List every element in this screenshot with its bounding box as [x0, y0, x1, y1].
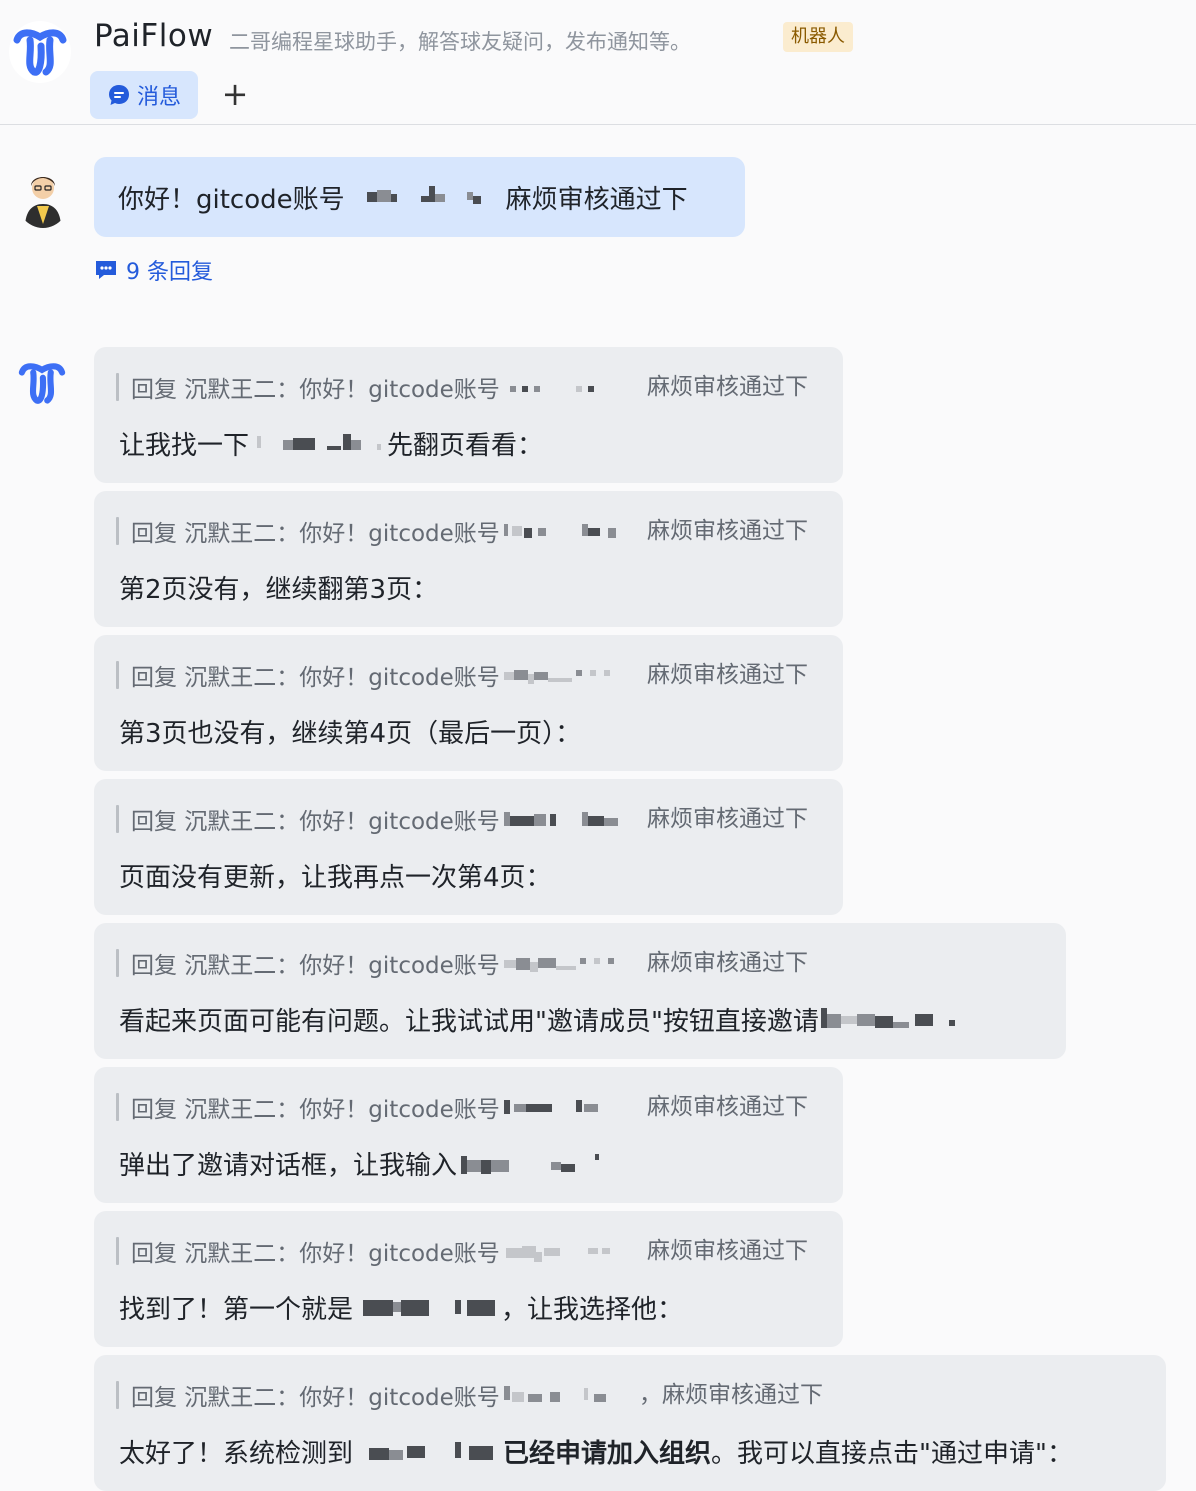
- reply-text-part: 。我可以直接点击"通过申请"：: [711, 1438, 1073, 1469]
- reply-quote[interactable]: 回复 沉默王二：你好！gitcode账号 麻烦审核通过下: [116, 1235, 808, 1267]
- redacted-account-blur: [503, 952, 618, 974]
- quote-text-tail: 麻烦审核通过下: [647, 1238, 808, 1264]
- quote-text: 回复 沉默王二：你好！gitcode账号: [131, 1241, 500, 1267]
- bot-name[interactable]: PaiFlow: [94, 18, 213, 54]
- chat-header: PaiFlow 二哥编程星球助手，解答球友疑问，发布通知等。 机器人 消息 +: [0, 0, 1196, 125]
- reply-quote[interactable]: 回复 沉默王二：你好！gitcode账号 麻烦审核通过下: [116, 659, 808, 691]
- bot-reply-card[interactable]: 回复 沉默王二：你好！gitcode账号 麻烦审核通过下 弹出了邀请对话框，让我…: [94, 1067, 843, 1203]
- reply-text-part: 看起来页面可能有问题。让我试试用"邀请成员"按钮直接邀请: [119, 1006, 819, 1037]
- root-message-bubble[interactable]: 你好！gitcode账号 麻烦审核通过下: [94, 157, 745, 237]
- quote-bar: [116, 949, 119, 977]
- reply-quote[interactable]: 回复 沉默王二：你好！gitcode账号 麻烦审核通过下: [116, 515, 808, 547]
- redacted-account-blur: [503, 520, 622, 542]
- reply-text: 太好了！系统检测到 已经申请加入组织 。我可以直接点击"通过申请"：: [119, 1431, 1073, 1471]
- quote-text: 回复 沉默王二：你好！gitcode账号: [131, 1385, 500, 1411]
- reply-text: 找到了！第一个就是 ，让我选择他：: [119, 1287, 683, 1327]
- thread-replies-icon: [96, 261, 116, 279]
- redacted-account-blur: [504, 376, 604, 398]
- quote-bar: [116, 805, 119, 833]
- bot-description: 二哥编程星球助手，解答球友疑问，发布通知等。: [229, 30, 691, 54]
- bot-avatar[interactable]: [14, 355, 70, 411]
- quote-bar: [116, 373, 119, 401]
- quote-text-tail: 麻烦审核通过下: [647, 662, 808, 688]
- bot-reply-card[interactable]: 回复 沉默王二：你好！gitcode账号 麻烦审核通过下 找到了！第一个就是 ，…: [94, 1211, 843, 1347]
- tab-messages[interactable]: 消息: [90, 71, 198, 119]
- replies-count-label: 9 条回复: [126, 260, 213, 285]
- bot-reply-card[interactable]: 回复 沉默王二：你好！gitcode账号 麻烦审核通过下 页面没有更新，让我再点…: [94, 779, 843, 915]
- quote-bar: [116, 1237, 119, 1265]
- tab-messages-label: 消息: [136, 85, 181, 110]
- redacted-account-blur: [366, 186, 492, 208]
- chat-bubble-icon: [108, 85, 129, 105]
- reply-text-part: 找到了！第一个就是: [119, 1294, 354, 1325]
- reply-text-part: ，让我选择他：: [501, 1294, 684, 1325]
- bot-reply-card[interactable]: 回复 沉默王二：你好！gitcode账号 麻烦审核通过下 让我找一下 先翻页看看…: [94, 347, 843, 483]
- bot-reply-card[interactable]: 回复 沉默王二：你好！gitcode账号 麻烦审核通过下 看起来页面可能有问题。…: [94, 923, 1066, 1059]
- reply-quote[interactable]: 回复 沉默王二：你好！gitcode账号 麻烦审核通过下: [116, 371, 808, 403]
- redacted-account-blur: [503, 1384, 616, 1406]
- quote-text: 回复 沉默王二：你好！gitcode账号: [131, 1097, 500, 1123]
- reply-quote[interactable]: 回复 沉默王二：你好！gitcode账号 ，麻烦审核通过下: [116, 1379, 823, 1411]
- bot-reply-card[interactable]: 回复 沉默王二：你好！gitcode账号 ，麻烦审核通过下 太好了！系统检测到 …: [94, 1355, 1166, 1491]
- redacted-account-blur: [363, 1296, 497, 1318]
- reply-text: 第3页也没有，继续第4页（最后一页）：: [119, 718, 582, 749]
- root-message-text-tail: 麻烦审核通过下: [505, 184, 688, 215]
- reply-text-part: 先翻页看看：: [387, 430, 544, 461]
- quote-bar: [116, 517, 119, 545]
- bot-reply-card[interactable]: 回复 沉默王二：你好！gitcode账号 麻烦审核通过下 第3页也没有，继续第4…: [94, 635, 843, 771]
- root-message-text: 你好！gitcode账号: [118, 184, 345, 215]
- quote-text-tail: 麻烦审核通过下: [647, 950, 808, 976]
- quote-bar: [116, 1381, 119, 1409]
- reply-text-bold: 已经申请加入组织: [503, 1438, 712, 1469]
- quote-text: 回复 沉默王二：你好！gitcode账号: [131, 953, 500, 979]
- bot-badge: 机器人: [783, 22, 853, 52]
- quote-text-tail: 麻烦审核通过下: [647, 1094, 808, 1120]
- reply-text-part: 弹出了邀请对话框，让我输入: [119, 1150, 458, 1181]
- reply-quote[interactable]: 回复 沉默王二：你好！gitcode账号 麻烦审核通过下: [116, 947, 808, 979]
- quote-text: 回复 沉默王二：你好！gitcode账号: [131, 665, 500, 691]
- quote-text-tail: ，麻烦审核通过下: [639, 1382, 823, 1408]
- reply-quote[interactable]: 回复 沉默王二：你好！gitcode账号 麻烦审核通过下: [116, 803, 808, 835]
- quote-text-tail: 麻烦审核通过下: [647, 518, 808, 544]
- redacted-account-blur: [253, 432, 383, 454]
- reply-text: 弹出了邀请对话框，让我输入: [119, 1143, 615, 1183]
- redacted-account-blur: [503, 1096, 612, 1118]
- bot-reply-card[interactable]: 回复 沉默王二：你好！gitcode账号 麻烦审核通过下 第2页没有，继续翻第3…: [94, 491, 843, 627]
- reply-text: 第2页没有，继续翻第3页：: [119, 574, 439, 605]
- quote-text-tail: 麻烦审核通过下: [647, 374, 808, 400]
- reply-text: 让我找一下 先翻页看看：: [119, 423, 543, 463]
- reply-text: 页面没有更新，让我再点一次第4页：: [119, 862, 552, 893]
- reply-text: 看起来页面可能有问题。让我试试用"邀请成员"按钮直接邀请: [119, 999, 967, 1039]
- quote-text: 回复 沉默王二：你好！gitcode账号: [131, 521, 500, 547]
- view-replies-link[interactable]: 9 条回复: [94, 255, 213, 285]
- user-avatar-image: [15, 162, 71, 228]
- quote-text: 回复 沉默王二：你好！gitcode账号: [131, 377, 500, 403]
- reply-text-part: 太好了！系统检测到: [119, 1438, 354, 1469]
- redacted-account-blur: [504, 1240, 614, 1262]
- redacted-account-blur: [820, 1008, 963, 1030]
- redacted-account-blur: [461, 1152, 611, 1174]
- user-avatar[interactable]: [15, 162, 71, 228]
- quote-bar: [116, 1093, 119, 1121]
- paiflow-logo-icon[interactable]: [8, 20, 72, 84]
- quote-text-tail: 麻烦审核通过下: [647, 806, 808, 832]
- redacted-account-blur: [503, 808, 622, 830]
- reply-text-part: 让我找一下: [119, 430, 250, 461]
- quote-bar: [116, 661, 119, 689]
- reply-quote[interactable]: 回复 沉默王二：你好！gitcode账号 麻烦审核通过下: [116, 1091, 808, 1123]
- add-tab-button[interactable]: +: [220, 78, 250, 112]
- quote-text: 回复 沉默王二：你好！gitcode账号: [131, 809, 500, 835]
- redacted-account-blur: [369, 1440, 499, 1462]
- redacted-account-blur: [503, 664, 614, 686]
